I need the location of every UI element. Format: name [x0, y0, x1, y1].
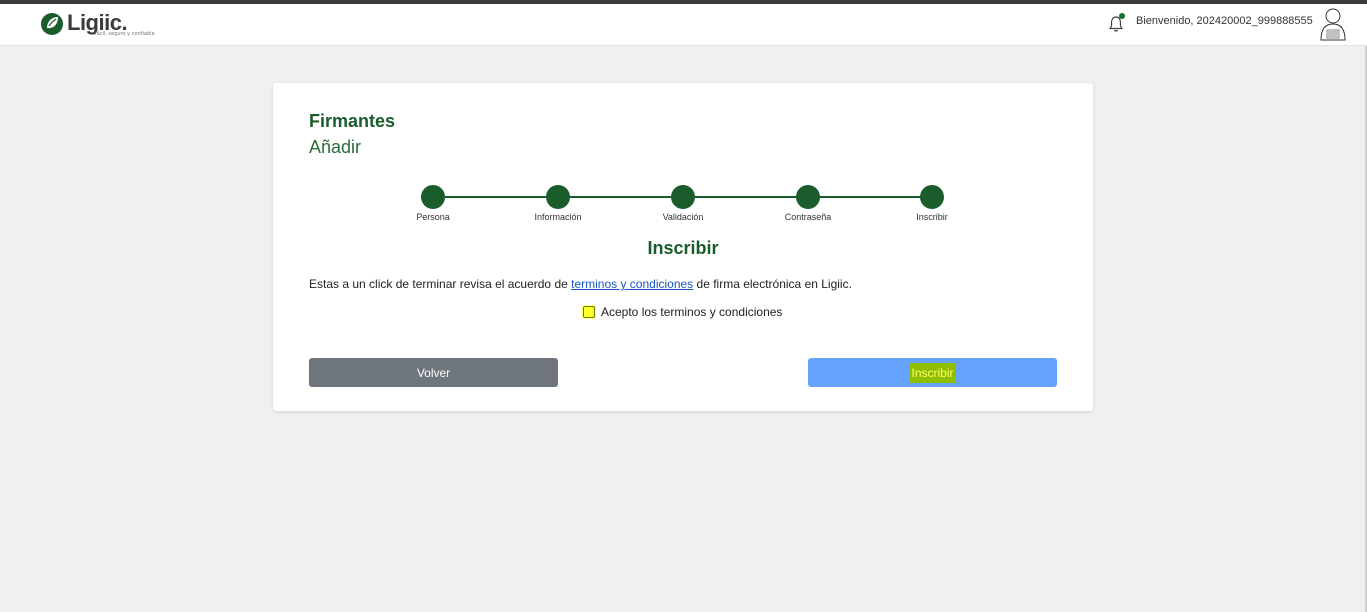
- accept-terms[interactable]: Acepto los terminos y condiciones: [583, 305, 782, 319]
- terms-description: Estas a un click de terminar revisa el a…: [309, 277, 852, 291]
- step-dot: [421, 185, 445, 209]
- step-label: Validación: [662, 212, 704, 222]
- step-label: Información: [534, 212, 582, 222]
- step-informacion: Información: [518, 185, 598, 222]
- signers-card: Firmantes Añadir Persona Información Val…: [273, 83, 1093, 411]
- description-text: Estas a un click de terminar revisa el a…: [309, 277, 572, 291]
- step-inscribir: Inscribir: [892, 185, 972, 222]
- accept-terms-label: Acepto los terminos y condiciones: [601, 305, 783, 319]
- stepper: Persona Información Validación Contraseñ…: [393, 185, 953, 225]
- navbar: Ligiic. fácil, seguro y confiable Bienve…: [0, 4, 1367, 46]
- page-title: Firmantes: [309, 111, 396, 131]
- step-dot: [920, 185, 944, 209]
- step-label: Contraseña: [784, 212, 832, 222]
- welcome-text: Bienvenido, 202420002_999888555: [1136, 15, 1313, 27]
- avatar[interactable]: [1318, 6, 1348, 42]
- step-contrasena: Contraseña: [768, 185, 848, 222]
- accept-terms-checkbox[interactable]: [583, 306, 595, 318]
- description-text-end: de firma electrónica en Ligiic.: [693, 277, 852, 291]
- step-dot: [671, 185, 695, 209]
- step-dot: [546, 185, 570, 209]
- leaf-logo-icon: [41, 13, 63, 35]
- submit-button-label: Inscribir: [909, 362, 956, 383]
- logo[interactable]: Ligiic. fácil, seguro y confiable: [40, 8, 160, 40]
- notification-dot: [1119, 13, 1125, 19]
- step-label: Persona: [416, 212, 450, 222]
- step-persona: Persona: [393, 185, 473, 222]
- back-button-label: Volver: [416, 365, 451, 380]
- terms-link[interactable]: terminos y condiciones: [571, 277, 693, 291]
- step-dot: [796, 185, 820, 209]
- logo-tagline: fácil, seguro y confiable: [95, 31, 155, 37]
- section-title: Inscribir: [647, 238, 719, 258]
- step-label: Inscribir: [916, 212, 948, 222]
- page-subtitle: Añadir: [309, 137, 362, 157]
- back-button[interactable]: Volver: [309, 358, 558, 387]
- step-validacion: Validación: [643, 185, 723, 222]
- submit-button[interactable]: Inscribir: [808, 358, 1057, 387]
